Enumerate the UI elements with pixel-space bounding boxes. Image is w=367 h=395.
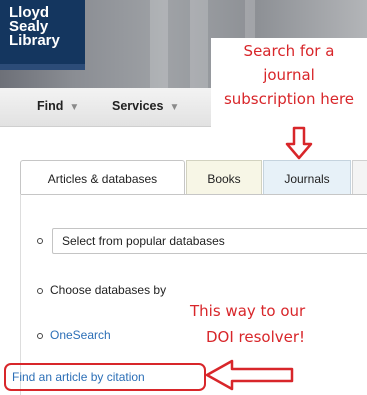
logo-line-3: Library: [9, 32, 60, 49]
banner-stripe: [190, 0, 208, 88]
popular-databases-select[interactable]: Select from popular databases: [52, 228, 367, 254]
caret-down-icon: ▼: [169, 102, 180, 113]
top-callout-line-3: subscription here: [223, 90, 355, 108]
banner-stripe: [150, 0, 168, 88]
tab-books[interactable]: Books: [186, 160, 262, 194]
bottom-callout-line-2: DOI resolver!: [206, 328, 306, 346]
nav-services[interactable]: Services ▼: [112, 99, 179, 113]
onesearch-link[interactable]: OneSearch: [50, 328, 111, 342]
top-annotation-box: Search for a journal subscription here: [211, 38, 367, 126]
top-callout-line-1: Search for a: [243, 42, 335, 60]
down-arrow-icon: [285, 126, 313, 160]
choose-databases-label: Choose databases by: [50, 283, 167, 297]
tab-more[interactable]: [352, 160, 367, 194]
find-article-by-citation-link[interactable]: Find an article by citation: [12, 370, 145, 384]
nav-find-label: Find: [37, 99, 64, 113]
bullet-icon: [37, 238, 43, 244]
bottom-callout-line-1: This way to our: [190, 302, 306, 320]
top-callout-line-2: journal: [263, 66, 315, 84]
library-logo[interactable]: Lloyd Sealy Library: [0, 0, 85, 70]
caret-down-icon: ▼: [69, 102, 80, 113]
nav-find[interactable]: Find ▼: [37, 99, 79, 113]
left-arrow-icon: [205, 359, 294, 391]
tab-panel-border: [20, 194, 367, 195]
bullet-icon: [37, 288, 43, 294]
tab-articles-databases[interactable]: Articles & databases: [20, 160, 185, 194]
logo-underbar: [0, 64, 85, 70]
main-nav-bar: [0, 88, 211, 127]
nav-services-label: Services: [112, 99, 164, 113]
bullet-icon: [37, 333, 43, 339]
tab-journals[interactable]: Journals: [263, 160, 351, 194]
